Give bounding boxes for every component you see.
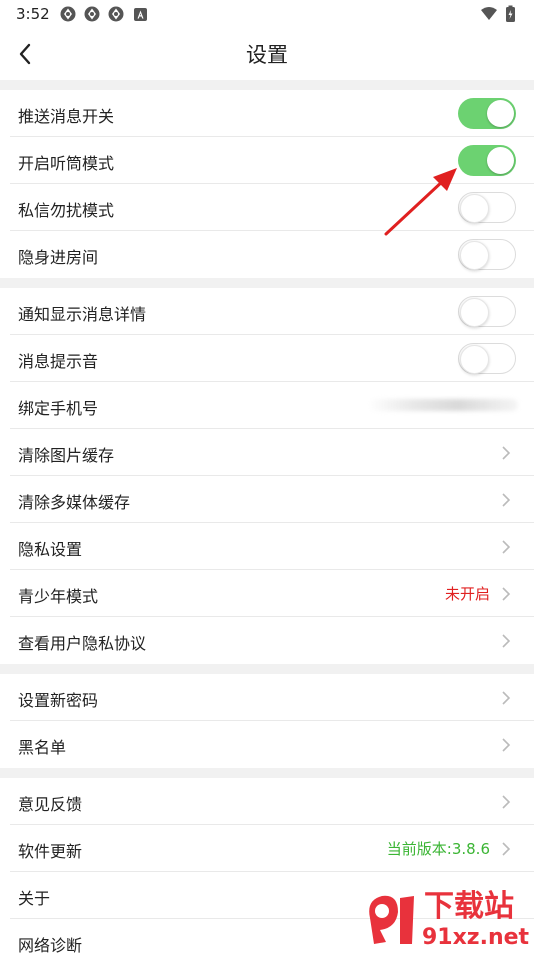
chevron-right-icon <box>502 795 511 809</box>
chevron-right-icon <box>502 540 511 554</box>
setting-label: 网络诊断 <box>18 936 83 955</box>
section-gap <box>0 80 534 90</box>
setting-label: 开启听筒模式 <box>18 154 115 173</box>
chevron-right-icon <box>502 587 511 601</box>
youth-mode-status: 未开启 <box>444 585 490 603</box>
status-bar: 3:52 <box>0 0 534 28</box>
page-title: 设置 <box>246 43 288 67</box>
setting-row-push[interactable]: 推送消息开关 <box>0 90 534 137</box>
setting-label: 黑名单 <box>18 738 67 757</box>
version-value: 当前版本:3.8.6 <box>386 840 490 858</box>
watermark-text: 下载站 <box>424 889 514 924</box>
notify-detail-toggle[interactable] <box>458 296 516 327</box>
setting-label: 隐私设置 <box>18 540 83 559</box>
setting-label: 意见反馈 <box>18 795 83 814</box>
watermark-logo: 下载站 91xz.net <box>369 889 530 950</box>
setting-label: 私信勿扰模式 <box>18 201 115 220</box>
setting-label: 设置新密码 <box>18 691 99 710</box>
setting-row-clear-media-cache[interactable]: 清除多媒体缓存 <box>0 476 534 523</box>
stealth-toggle[interactable] <box>458 239 516 270</box>
notify-sound-toggle[interactable] <box>458 343 516 374</box>
chevron-right-icon <box>502 691 511 705</box>
setting-label: 通知显示消息详情 <box>18 305 147 324</box>
setting-label: 关于 <box>18 889 51 908</box>
chevron-right-icon <box>502 493 511 507</box>
setting-label: 软件更新 <box>18 842 83 861</box>
setting-row-youth-mode[interactable]: 青少年模式 未开启 <box>0 570 534 617</box>
title-bar: 设置 <box>0 28 534 80</box>
setting-row-privacy-policy[interactable]: 查看用户隐私协议 <box>0 617 534 664</box>
setting-row-privacy[interactable]: 隐私设置 <box>0 523 534 570</box>
setting-label: 清除多媒体缓存 <box>18 493 131 512</box>
setting-row-dnd[interactable]: 私信勿扰模式 <box>0 184 534 231</box>
setting-row-update[interactable]: 软件更新 当前版本:3.8.6 <box>0 825 534 872</box>
setting-label: 查看用户隐私协议 <box>18 634 147 653</box>
setting-row-feedback[interactable]: 意见反馈 <box>0 778 534 825</box>
notification-app-icon <box>84 6 100 22</box>
setting-row-bind-phone[interactable]: 绑定手机号 <box>0 382 534 429</box>
setting-label: 消息提示音 <box>18 352 99 371</box>
setting-row-clear-image-cache[interactable]: 清除图片缓存 <box>0 429 534 476</box>
notification-app-icon <box>60 6 76 22</box>
push-toggle[interactable] <box>458 98 516 129</box>
setting-label: 隐身进房间 <box>18 248 99 267</box>
section-gap <box>0 768 534 778</box>
setting-label: 清除图片缓存 <box>18 446 115 465</box>
chevron-right-icon <box>502 842 511 856</box>
notification-a-icon <box>134 8 147 21</box>
dnd-toggle[interactable] <box>458 192 516 223</box>
watermark-url: 91xz.net <box>422 925 530 950</box>
setting-row-earpiece[interactable]: 开启听筒模式 <box>0 137 534 184</box>
notification-app-icon <box>108 6 124 22</box>
setting-row-stealth[interactable]: 隐身进房间 <box>0 231 534 278</box>
setting-label: 绑定手机号 <box>18 399 99 418</box>
earpiece-toggle[interactable] <box>458 145 516 176</box>
setting-row-notify-sound[interactable]: 消息提示音 <box>0 335 534 382</box>
status-time: 3:52 <box>16 5 50 23</box>
section-gap <box>0 664 534 674</box>
section-gap <box>0 278 534 288</box>
setting-row-notify-detail[interactable]: 通知显示消息详情 <box>0 288 534 335</box>
setting-label: 推送消息开关 <box>18 107 115 126</box>
chevron-right-icon <box>502 738 511 752</box>
chevron-right-icon <box>502 446 511 460</box>
redacted-phone <box>368 399 518 411</box>
chevron-right-icon <box>502 634 511 648</box>
setting-label: 青少年模式 <box>18 587 99 606</box>
setting-row-new-password[interactable]: 设置新密码 <box>0 674 534 721</box>
setting-row-blacklist[interactable]: 黑名单 <box>0 721 534 768</box>
wifi-battery-icon <box>481 5 515 22</box>
